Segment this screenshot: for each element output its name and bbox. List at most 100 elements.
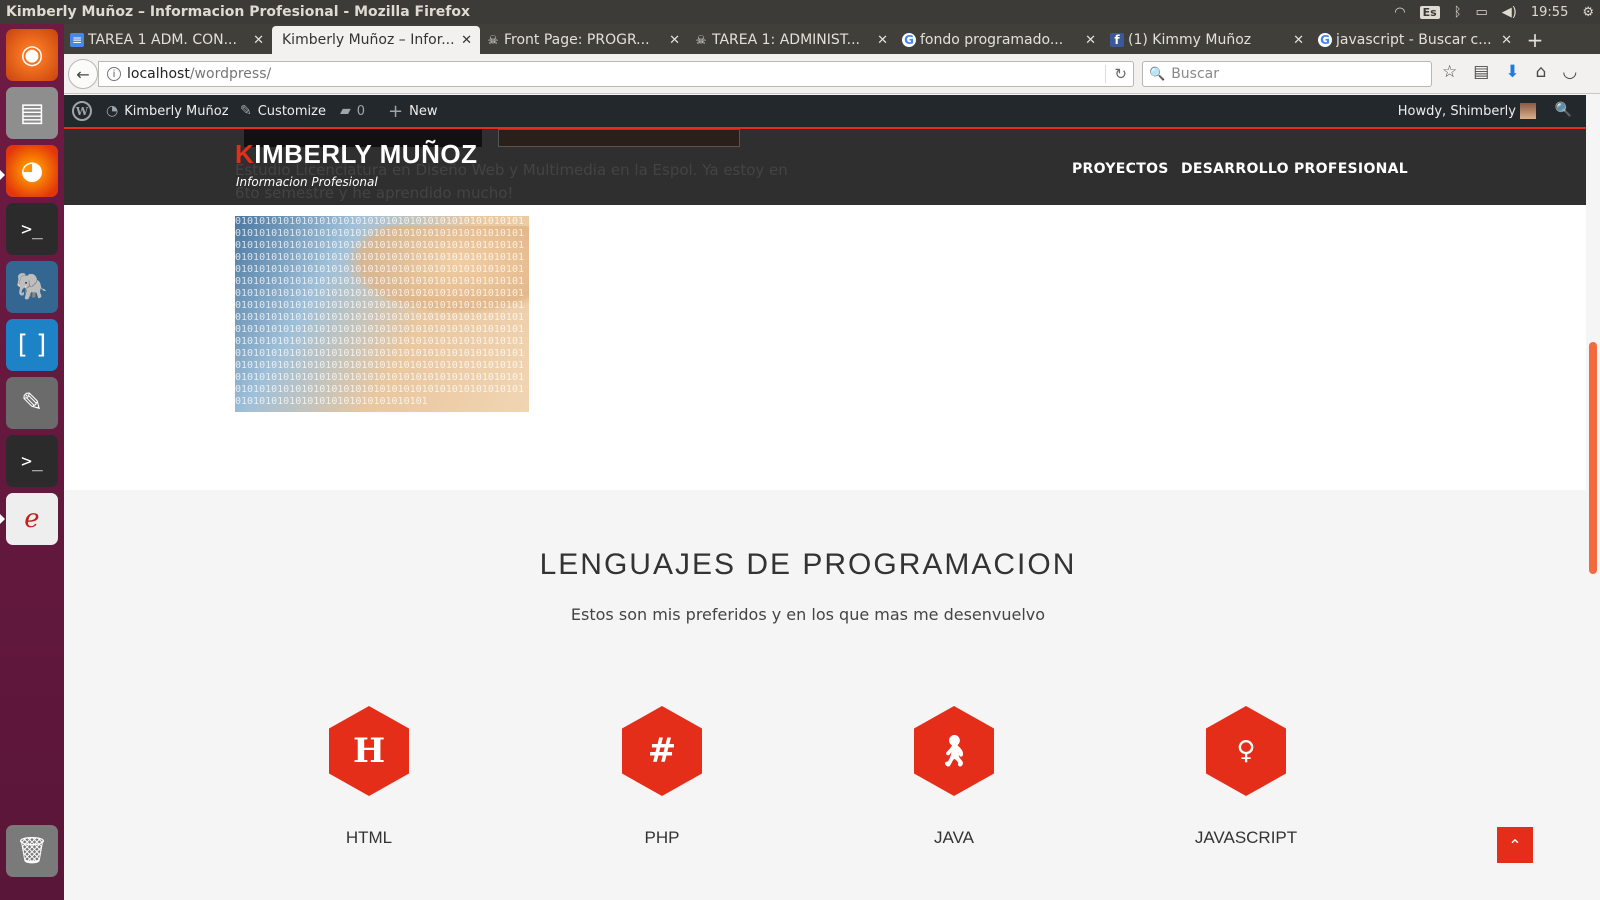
section-title: LENGUAJES DE PROGRAMACION bbox=[539, 548, 1077, 581]
reading-list-icon[interactable]: ▤ bbox=[1473, 62, 1489, 82]
tab-label: (1) Kimmy Muñoz bbox=[1128, 32, 1252, 48]
customize-label: Customize bbox=[257, 103, 326, 119]
google-icon: G bbox=[902, 33, 916, 47]
search-input[interactable]: 🔍 Buscar bbox=[1142, 61, 1432, 87]
close-icon[interactable]: ✕ bbox=[253, 33, 264, 48]
tab[interactable]: G javascript - Buscar c... ✕ bbox=[1312, 26, 1520, 54]
language-name: JAVA bbox=[934, 828, 974, 847]
menu-item-desarrollo-profesional[interactable]: DESARROLLO PROFESIONAL bbox=[1181, 161, 1408, 177]
site-title-initial: K bbox=[235, 139, 255, 169]
info-icon[interactable]: i bbox=[107, 67, 121, 81]
admin-site-label: Kimberly Muñoz bbox=[124, 103, 229, 119]
tab[interactable]: ☠ TAREA 1: ADMINIST... ✕ bbox=[688, 26, 896, 54]
scrollbar-thumb[interactable] bbox=[1589, 342, 1597, 574]
terminal-icon[interactable]: >_ bbox=[6, 203, 58, 255]
docs-icon: ≡ bbox=[70, 33, 84, 47]
tab-label: TAREA 1 ADM. CON... bbox=[88, 32, 237, 48]
postgresql-icon[interactable]: 🐘 bbox=[6, 261, 58, 313]
files-icon[interactable]: ▤ bbox=[6, 87, 58, 139]
window-title: Kimberly Muñoz – Informacion Profesional… bbox=[6, 4, 471, 20]
avatar[interactable] bbox=[1520, 103, 1536, 119]
new-label: New bbox=[409, 103, 438, 119]
language-name: JAVASCRIPT bbox=[1194, 828, 1298, 847]
google-icon: G bbox=[1318, 33, 1332, 47]
ubuntu-dash-icon[interactable]: ◉ bbox=[6, 29, 58, 81]
search-icon[interactable]: 🔍 bbox=[1555, 102, 1572, 118]
tab-label: fondo programado... bbox=[920, 32, 1064, 48]
close-icon[interactable]: ✕ bbox=[461, 33, 472, 48]
active-indicator bbox=[0, 170, 5, 180]
languages-section: LENGUAJES DE PROGRAMACION Estos son mis … bbox=[64, 490, 1586, 900]
dashboard-icon: ◔ bbox=[106, 103, 119, 119]
tab[interactable]: f (1) Kimmy Muñoz ✕ bbox=[1104, 26, 1312, 54]
system-settings-icon[interactable]: ✎ bbox=[6, 377, 58, 429]
close-icon[interactable]: ✕ bbox=[1293, 33, 1304, 48]
reload-icon[interactable]: ↻ bbox=[1105, 65, 1127, 83]
download-icon[interactable]: ⬇ bbox=[1505, 62, 1519, 82]
site-title-rest: IMBERLY MUÑOZ bbox=[254, 139, 478, 169]
tab[interactable]: ☠ Front Page: PROGR... ✕ bbox=[480, 26, 688, 54]
site-title[interactable]: KIMBERLY MUÑOZ bbox=[235, 139, 477, 170]
volume-icon[interactable]: ◀) bbox=[1502, 5, 1517, 20]
url-host: localhost bbox=[127, 66, 190, 82]
language-name: PHP bbox=[644, 828, 680, 847]
battery-icon[interactable]: ▭ bbox=[1476, 5, 1488, 20]
launcher: ◉ ▤ ◕ >_ 🐘 [ ] ✎ >_ ℯ 🗑 bbox=[0, 24, 64, 900]
language-card-javascript[interactable]: ♀ JAVASCRIPT bbox=[1156, 706, 1336, 848]
brackets-icon[interactable]: [ ] bbox=[6, 319, 58, 371]
h-icon: H bbox=[329, 706, 409, 796]
close-icon[interactable]: ✕ bbox=[1501, 33, 1512, 48]
bluetooth-icon[interactable]: ᛒ bbox=[1454, 5, 1462, 20]
site-tagline: Informacion Profesional bbox=[236, 175, 378, 189]
settings-gear-icon[interactable]: ⚙ bbox=[1582, 5, 1594, 20]
tab-label: javascript - Buscar c... bbox=[1336, 32, 1492, 48]
close-icon[interactable]: ✕ bbox=[669, 33, 680, 48]
close-icon[interactable]: ✕ bbox=[877, 33, 888, 48]
system-top-bar: Kimberly Muñoz – Informacion Profesional… bbox=[0, 0, 1600, 24]
pocket-icon[interactable]: ◡ bbox=[1562, 62, 1577, 82]
new-tab-button[interactable]: + bbox=[1520, 26, 1550, 54]
admin-customize[interactable]: ✎ Customize bbox=[240, 95, 326, 127]
url-bar[interactable]: i localhost/wordpress/ ↻ bbox=[98, 61, 1134, 87]
person-icon: 🚶︎ bbox=[914, 706, 994, 796]
odnoklassniki-icon: ♀ bbox=[1206, 706, 1286, 796]
wifi-icon[interactable]: ◠ bbox=[1394, 5, 1405, 20]
search-icon: 🔍 bbox=[1149, 66, 1166, 82]
close-icon[interactable]: ✕ bbox=[1085, 33, 1096, 48]
clock[interactable]: 19:55 bbox=[1531, 5, 1568, 20]
admin-site-name[interactable]: ◔ Kimberly Muñoz bbox=[106, 95, 229, 127]
comment-count: 0 bbox=[356, 103, 366, 119]
binary-keyboard-image: 0101010101010101010101010101010101010101… bbox=[235, 216, 529, 412]
wordpress-logo-icon[interactable]: W bbox=[72, 101, 92, 121]
firefox-icon[interactable]: ◕ bbox=[6, 145, 58, 197]
system-indicators: ◠ Es ᛒ ▭ ◀) 19:55 ⚙ bbox=[1394, 0, 1594, 24]
tab-active[interactable]: Kimberly Muñoz – Infor... ✕ bbox=[272, 26, 480, 54]
trash-icon[interactable]: 🗑 bbox=[6, 825, 58, 877]
back-button[interactable]: ← bbox=[68, 59, 98, 89]
admin-howdy[interactable]: Howdy, Shimberly bbox=[1398, 95, 1516, 127]
menu-item-proyectos[interactable]: PROYECTOS bbox=[1072, 161, 1169, 177]
bookmark-star-icon[interactable]: ☆ bbox=[1442, 62, 1457, 82]
hash-icon: # bbox=[622, 706, 702, 796]
language-card-html[interactable]: H HTML bbox=[279, 706, 459, 848]
keyboard-layout-indicator[interactable]: Es bbox=[1419, 5, 1440, 19]
language-name: HTML bbox=[345, 828, 393, 847]
tab[interactable]: G fondo programado... ✕ bbox=[896, 26, 1104, 54]
terminal-icon[interactable]: >_ bbox=[6, 435, 58, 487]
home-icon[interactable]: ⌂ bbox=[1536, 62, 1547, 82]
section-subtitle: Estos son mis preferidos y en los que ma… bbox=[570, 605, 1046, 624]
tab[interactable]: ≡ TAREA 1 ADM. CON... ✕ bbox=[64, 26, 272, 54]
language-card-php[interactable]: # PHP bbox=[572, 706, 752, 848]
brush-icon: ✎ bbox=[240, 103, 252, 119]
admin-new[interactable]: + New bbox=[388, 95, 437, 127]
page-scrollbar[interactable] bbox=[1586, 95, 1600, 900]
tab-label: Kimberly Muñoz – Infor... bbox=[282, 32, 455, 48]
image-fragment bbox=[498, 129, 740, 147]
scroll-to-top-button[interactable]: ⌃ bbox=[1497, 827, 1533, 863]
navigation-bar: ← i localhost/wordpress/ ↻ 🔍 Buscar ☆ ▤ … bbox=[64, 54, 1600, 94]
document-viewer-icon[interactable]: ℯ bbox=[6, 493, 58, 545]
admin-comments[interactable]: ▰ 0 bbox=[340, 95, 365, 127]
page-viewport: W ◔ Kimberly Muñoz ✎ Customize ▰ 0 + New… bbox=[64, 95, 1586, 900]
language-card-java[interactable]: 🚶︎ JAVA bbox=[864, 706, 1044, 848]
facebook-icon: f bbox=[1110, 33, 1124, 47]
